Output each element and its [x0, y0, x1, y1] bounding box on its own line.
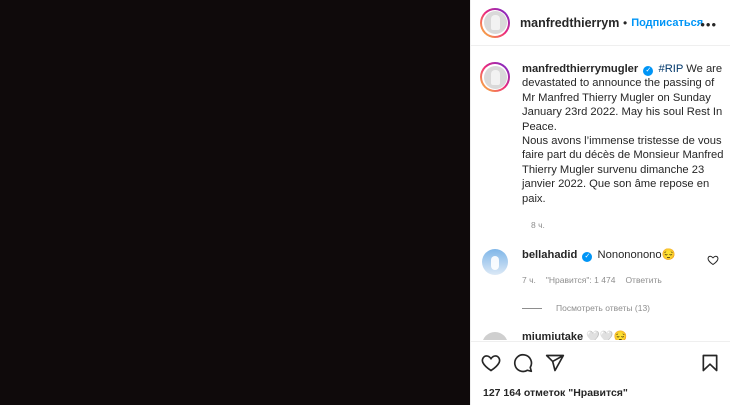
caption-body-fr: Nous avons l’immense tristesse de vous f… — [522, 135, 724, 205]
heart-icon[interactable] — [707, 254, 719, 266]
view-replies-button[interactable]: Посмотреть ответы (13) — [522, 303, 650, 313]
bookmark-icon[interactable] — [700, 353, 720, 373]
comment-timestamp: 7 ч. — [522, 275, 536, 285]
comment-username[interactable]: bellahadid — [522, 249, 577, 261]
verified-icon: ✓ — [582, 252, 593, 262]
caption-text: manfredthierrymugler ✓ #RIP We are devas… — [522, 62, 725, 206]
comment-icon[interactable] — [513, 353, 533, 373]
separator-dot: • — [623, 15, 628, 30]
comment-body: 🤍🤍😔 — [586, 331, 628, 340]
heart-icon[interactable] — [481, 353, 501, 373]
comment-username[interactable]: miumiutake — [522, 331, 583, 340]
comment-likes[interactable]: "Нравится": 1 474 — [546, 275, 616, 285]
post-caption: manfredthierrymugler ✓ #RIP We are devas… — [480, 62, 725, 230]
caption-username[interactable]: manfredthierrymugler — [522, 63, 638, 75]
header-username[interactable]: manfredthierrymugler — [520, 16, 620, 30]
caption-avatar[interactable] — [480, 62, 510, 92]
follow-button[interactable]: Подписаться — [631, 17, 703, 29]
comment-avatar[interactable] — [482, 332, 508, 340]
more-icon[interactable]: ••• — [700, 17, 717, 32]
likes-count[interactable]: 127 164 отметок "Нравится" — [483, 387, 628, 399]
comment-avatar[interactable] — [482, 249, 508, 275]
comment-text: bellahadid ✓ Nonononono😔 — [522, 247, 725, 263]
share-icon[interactable] — [545, 353, 565, 373]
post-actions: 127 164 отметок "Нравится" — [471, 341, 730, 405]
post-panel: manfredthierrymugler • Подписаться ••• m… — [470, 0, 730, 405]
comment-text: miumiutake 🤍🤍😔 — [522, 330, 725, 340]
hashtag-link[interactable]: #RIP — [658, 63, 683, 75]
comment-item: miumiutake 🤍🤍😔 — [480, 330, 725, 340]
author-avatar[interactable] — [480, 7, 510, 38]
post-media[interactable] — [0, 0, 470, 405]
comment-meta: 7 ч. "Нравится": 1 474 Ответить — [522, 275, 725, 285]
replies-divider — [522, 307, 542, 309]
verified-icon: ✓ — [643, 66, 654, 76]
view-replies-label: Посмотреть ответы (13) — [556, 303, 650, 313]
comment-body: Nonononono😔 — [597, 249, 676, 261]
comment-reply-button[interactable]: Ответить — [625, 275, 661, 285]
comment-item: bellahadid ✓ Nonononono😔 7 ч. "Нравится"… — [480, 247, 725, 285]
post-header: manfredthierrymugler • Подписаться ••• — [471, 0, 730, 46]
caption-timestamp: 8 ч. — [531, 220, 545, 231]
